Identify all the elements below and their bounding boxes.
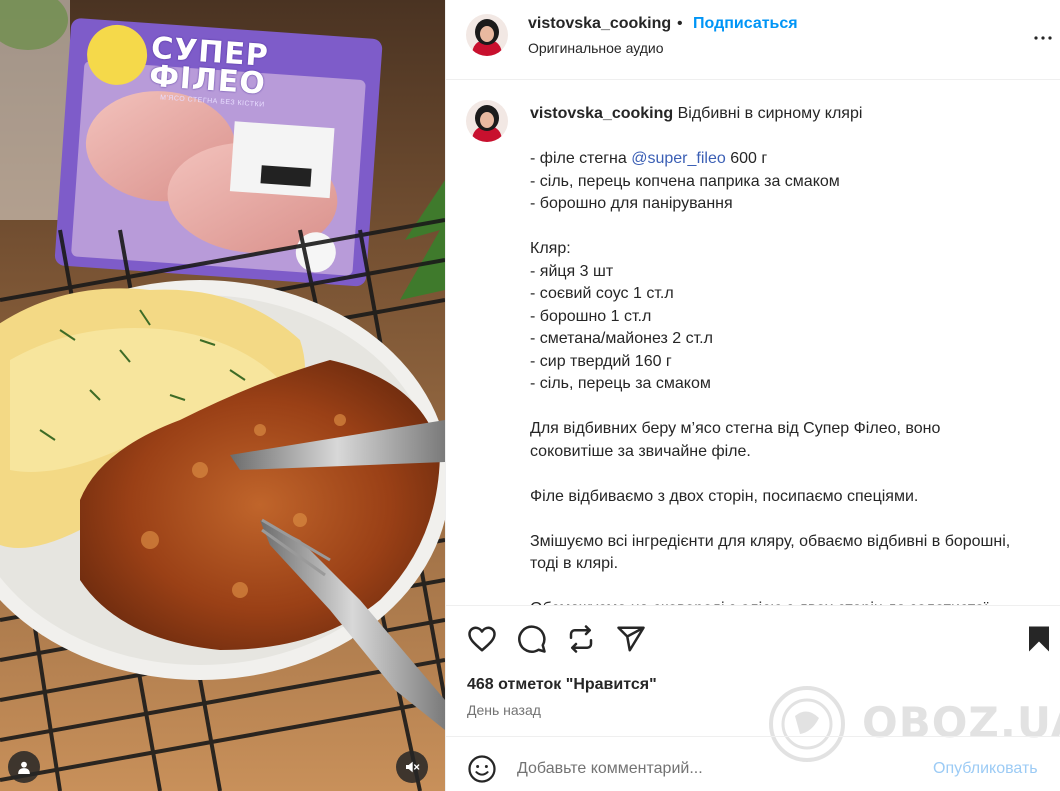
bookmark-icon[interactable] <box>1024 624 1054 654</box>
post-panel: vistovska_cooking • Подписаться Оригинал… <box>445 0 1060 791</box>
author-avatar[interactable] <box>466 14 508 56</box>
watermark-text: OBOZ.UA <box>862 698 1060 747</box>
post-caption: vistovska_cooking Відбивні в сирному кля… <box>530 103 1025 605</box>
caption-avatar[interactable] <box>466 100 508 142</box>
divider <box>446 736 1060 737</box>
food-photo <box>0 0 445 791</box>
post-timestamp[interactable]: День назад <box>467 702 541 718</box>
follow-button[interactable]: Подписаться <box>693 15 798 33</box>
heart-icon[interactable] <box>467 624 497 654</box>
watermark-logo-icon <box>769 686 845 762</box>
repost-icon[interactable] <box>566 624 596 654</box>
caption-text-part-2: 600 г - сіль, перець копчена паприка за … <box>530 150 1011 605</box>
package-brand-text: СУПЕР ФІЛЕО <box>148 30 270 102</box>
emoji-icon[interactable] <box>467 754 497 784</box>
separator-dot: • <box>677 15 683 32</box>
likes-count[interactable]: 468 отметок "Нравится" <box>467 676 657 694</box>
share-icon[interactable] <box>616 624 646 654</box>
post-comment-button[interactable]: Опубликовать <box>933 760 1038 778</box>
user-icon <box>18 761 30 774</box>
post-header: vistovska_cooking • Подписаться Оригинал… <box>446 0 1060 80</box>
mute-icon <box>406 761 420 773</box>
mute-button[interactable] <box>396 751 428 783</box>
audio-label[interactable]: Оригинальное аудио <box>528 40 664 56</box>
avatar-photo <box>466 100 508 142</box>
caption-mention-link[interactable]: @super_fileo <box>631 150 726 167</box>
post-media[interactable]: СУПЕР ФІЛЕО М'ЯСО СТЕГНА БЕЗ КІСТКИ <box>0 0 445 791</box>
caption-username[interactable]: vistovska_cooking <box>530 105 673 122</box>
caption-area[interactable]: vistovska_cooking Відбивні в сирному кля… <box>446 81 1060 605</box>
divider <box>446 605 1060 606</box>
more-options-icon[interactable] <box>1031 26 1055 50</box>
author-username[interactable]: vistovska_cooking <box>528 15 671 33</box>
comment-icon[interactable] <box>517 624 547 654</box>
watermark: OBOZ.UA <box>762 684 1060 764</box>
avatar-photo <box>466 14 508 56</box>
comment-input[interactable] <box>517 756 897 782</box>
tagged-users-button[interactable] <box>8 751 40 783</box>
